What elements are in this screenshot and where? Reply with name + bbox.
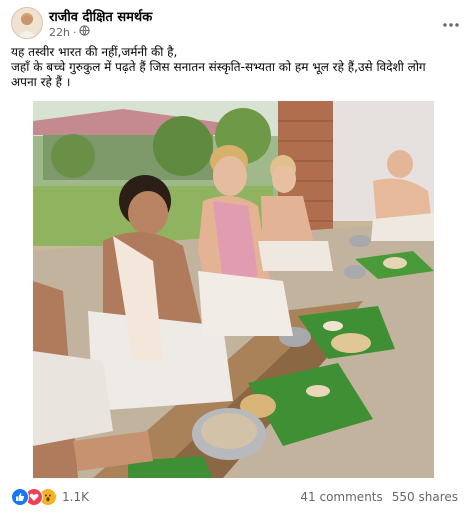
post-photo[interactable] [33,101,434,478]
post-time[interactable]: 22h [49,26,70,39]
post-text-line: जहाँ के बच्चे गुरुकुल में पढ़ते हैं जिस … [11,60,426,74]
ellipsis-icon [443,12,459,31]
reaction-count[interactable]: 1.1K [62,490,89,504]
page-name[interactable]: राजीव दीक्षित समर्थक [49,7,152,25]
post-text-line: अपना रहे हैं । [11,75,71,89]
like-icon [11,488,29,506]
post-stats: 41 comments 550 shares [300,490,458,504]
shares-count[interactable]: 550 shares [392,490,458,504]
post-footer: 1.1K 41 comments 550 shares [0,480,472,512]
reactions-summary[interactable]: 1.1K [11,488,89,506]
photo-image [33,101,434,478]
globe-icon [79,25,91,39]
post-header: राजीव दीक्षित समर्थक 22h · [0,0,472,44]
avatar-image [12,8,42,38]
more-options-button[interactable] [440,10,462,32]
post-meta: 22h · [49,25,91,39]
post-text-line: यह तस्वीर भारत की नहीं,जर्मनी की है, [11,45,178,59]
post-text: यह तस्वीर भारत की नहीं,जर्मनी की है, जहा… [11,45,463,90]
page-avatar[interactable] [11,7,43,39]
comments-count[interactable]: 41 comments [300,490,382,504]
